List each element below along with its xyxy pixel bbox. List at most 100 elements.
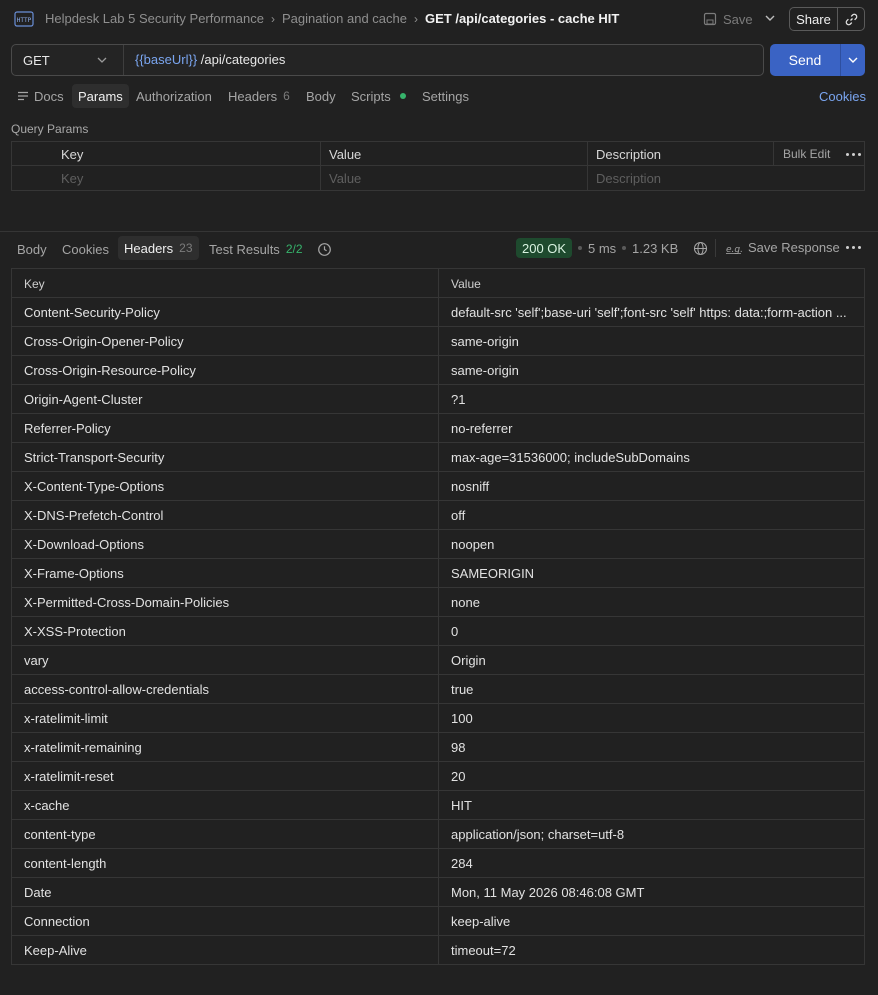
meta-separator — [622, 246, 626, 250]
table-row[interactable]: Cross-Origin-Resource-Policy same-origin — [12, 356, 864, 385]
header-key: x-ratelimit-limit — [24, 711, 108, 726]
meta-divider — [715, 239, 716, 257]
tab-scripts[interactable]: Scripts — [351, 84, 406, 108]
table-row[interactable]: Connection keep-alive — [12, 907, 864, 936]
history-icon[interactable] — [317, 237, 332, 261]
table-row[interactable]: Cross-Origin-Opener-Policy same-origin — [12, 327, 864, 356]
more-icon[interactable] — [846, 142, 861, 166]
response-size[interactable]: 1.23 KB — [632, 241, 678, 256]
header-value: application/json; charset=utf-8 — [451, 827, 625, 842]
table-row[interactable]: Referrer-Policy no-referrer — [12, 414, 864, 443]
tab-authorization[interactable]: Authorization — [136, 84, 212, 108]
table-row[interactable]: Keep-Alive timeout=72 — [12, 936, 864, 965]
tab-headers[interactable]: Headers 6 — [228, 84, 290, 108]
tab-response-headers-count: 23 — [179, 241, 193, 255]
save-button[interactable]: Save — [703, 9, 753, 29]
example-icon: e.g. — [726, 245, 742, 254]
response-headers-table: Key Value Content-Security-Policy default… — [11, 268, 865, 965]
header-key: X-Content-Type-Options — [24, 479, 165, 494]
table-row[interactable]: vary Origin — [12, 646, 864, 675]
save-response-label: Save Response — [748, 240, 840, 255]
table-row[interactable]: Origin-Agent-Cluster ?1 — [12, 385, 864, 414]
tab-params-label: Params — [78, 88, 123, 104]
header-value: noopen — [451, 537, 495, 552]
query-params-title: Query Params — [11, 122, 89, 136]
tab-response-headers[interactable]: Headers 23 — [118, 236, 199, 260]
tab-response-body[interactable]: Body — [17, 237, 47, 261]
url-bar: GET {{baseUrl}} /api/categories — [11, 44, 764, 76]
save-response-button[interactable]: e.g. Save Response — [726, 240, 840, 255]
request-title[interactable]: GET /api/categories - cache HIT — [425, 11, 619, 26]
header-value: 98 — [451, 740, 466, 755]
column-header-key: Key — [24, 276, 45, 291]
bulk-edit-button[interactable]: Bulk Edit — [783, 142, 830, 166]
url-divider — [123, 45, 124, 75]
tab-response-body-label: Body — [17, 241, 47, 257]
scripts-status-dot — [399, 93, 406, 99]
table-row[interactable]: X-Permitted-Cross-Domain-Policies none — [12, 588, 864, 617]
chevron-down-icon[interactable] — [841, 44, 865, 76]
header-value: 100 — [451, 711, 473, 726]
param-key-input[interactable]: Key — [61, 166, 83, 190]
header-key: access-control-allow-credentials — [24, 682, 209, 697]
breadcrumb-collection[interactable]: Helpdesk Lab 5 Security Performance — [45, 11, 264, 26]
tab-authorization-label: Authorization — [136, 88, 212, 104]
breadcrumb-folder[interactable]: Pagination and cache — [282, 11, 407, 26]
table-row[interactable]: X-Frame-Options SAMEORIGIN — [12, 559, 864, 588]
param-description-input[interactable]: Description — [596, 166, 661, 190]
tab-params[interactable]: Params — [72, 84, 129, 108]
param-value-input[interactable]: Value — [329, 166, 361, 190]
more-icon[interactable] — [846, 246, 861, 249]
tab-settings[interactable]: Settings — [422, 84, 469, 108]
header-key: content-type — [24, 827, 96, 842]
header-key: x-cache — [24, 798, 70, 813]
column-header-description: Description — [596, 146, 662, 162]
pane-divider[interactable] — [0, 231, 878, 232]
column-header-key: Key — [61, 146, 84, 162]
tab-docs[interactable]: Docs — [17, 84, 64, 108]
header-key: X-Frame-Options — [24, 566, 124, 581]
table-row[interactable]: Content-Security-Policy default-src 'self… — [12, 298, 864, 327]
header-key: Connection — [24, 914, 90, 929]
url-input[interactable]: {{baseUrl}} /api/categories — [135, 52, 285, 67]
tab-body-label: Body — [306, 88, 336, 104]
table-row[interactable]: x-ratelimit-remaining 98 — [12, 733, 864, 762]
table-row[interactable]: content-type application/json; charset=ut… — [12, 820, 864, 849]
globe-icon[interactable] — [693, 241, 708, 256]
header-key: Date — [24, 885, 52, 900]
header-key: X-Download-Options — [24, 537, 144, 552]
chevron-down-icon[interactable] — [764, 11, 776, 25]
save-icon — [703, 12, 717, 26]
status-badge[interactable]: 200 OK — [516, 238, 573, 258]
tab-body[interactable]: Body — [306, 84, 336, 108]
column-header-value: Value — [329, 146, 362, 162]
tab-headers-label: Headers — [228, 88, 278, 104]
table-row[interactable]: X-Content-Type-Options nosniff — [12, 472, 864, 501]
table-row[interactable]: access-control-allow-credentials true — [12, 675, 864, 704]
tab-settings-label: Settings — [422, 88, 469, 104]
table-row[interactable]: X-DNS-Prefetch-Control off — [12, 501, 864, 530]
docs-icon — [18, 91, 28, 101]
tab-response-headers-label: Headers — [124, 240, 174, 256]
chevron-down-icon[interactable] — [96, 54, 108, 66]
header-key: x-ratelimit-remaining — [24, 740, 142, 755]
tab-response-cookies[interactable]: Cookies — [62, 237, 109, 261]
table-row[interactable]: Strict-Transport-Security max-age=3153600… — [12, 443, 864, 472]
response-time[interactable]: 5 ms — [588, 241, 616, 256]
table-row[interactable]: x-ratelimit-reset 20 — [12, 762, 864, 791]
table-row[interactable]: X-Download-Options noopen — [12, 530, 864, 559]
header-key: Cross-Origin-Opener-Policy — [24, 334, 184, 349]
tab-test-results-label: Test Results — [209, 241, 280, 257]
link-icon[interactable] — [838, 8, 864, 30]
table-row[interactable]: content-length 284 — [12, 849, 864, 878]
header-key: Strict-Transport-Security — [24, 450, 165, 465]
tab-test-results[interactable]: Test Results 2/2 — [209, 237, 303, 261]
url-variable: {{baseUrl}} — [135, 52, 198, 67]
table-row[interactable]: Date Mon, 11 May 2026 08:46:08 GMT — [12, 878, 864, 907]
cookies-link[interactable]: Cookies — [819, 89, 866, 104]
table-row[interactable]: x-cache HIT — [12, 791, 864, 820]
share-button[interactable]: Share — [789, 7, 865, 31]
send-button[interactable]: Send — [770, 44, 865, 76]
table-row[interactable]: X-XSS-Protection 0 — [12, 617, 864, 646]
table-row[interactable]: x-ratelimit-limit 100 — [12, 704, 864, 733]
